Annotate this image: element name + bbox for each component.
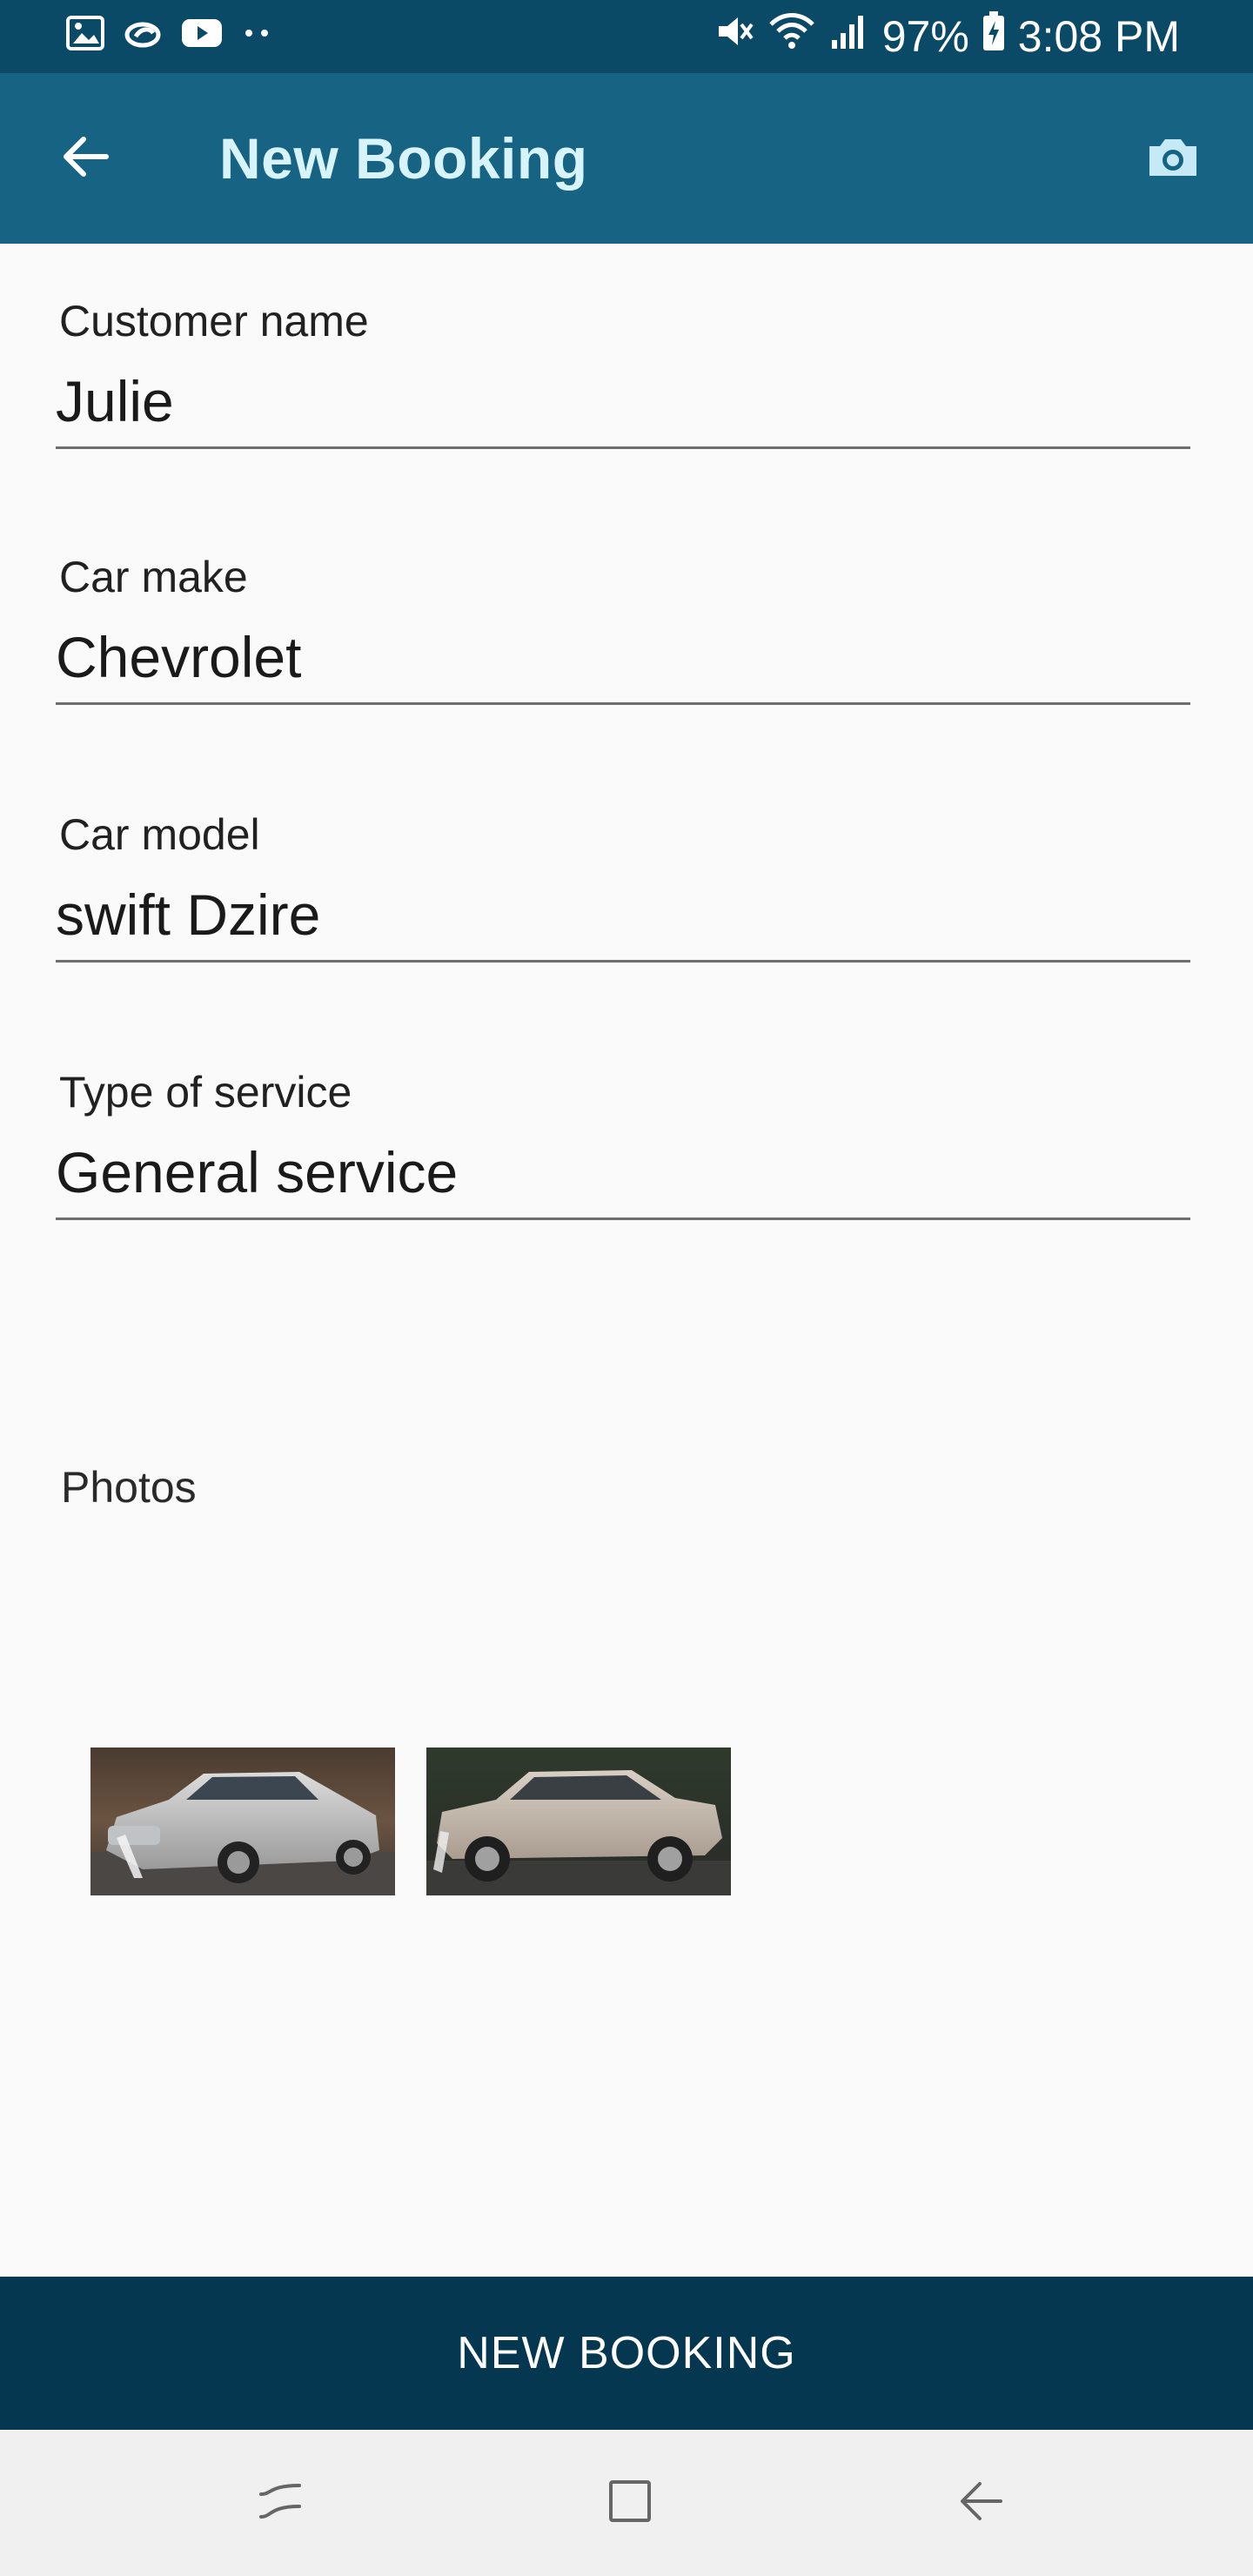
- service-type-field: Type of service General service: [56, 1058, 1190, 1258]
- customer-name-field: Customer name Julie: [56, 287, 1190, 487]
- car-photo-side[interactable]: [426, 1748, 731, 1895]
- clock: 3:08 PM: [1017, 12, 1180, 61]
- wifi-icon: [767, 10, 816, 63]
- car-model-label: Car model: [59, 810, 260, 859]
- page-title: New Booking: [219, 126, 588, 191]
- service-type-label: Type of service: [59, 1068, 352, 1117]
- car-make-label: Car make: [59, 553, 248, 601]
- notification-icons: [66, 16, 273, 55]
- nav-back-button[interactable]: [945, 2468, 1015, 2538]
- battery-percent: 97%: [881, 12, 969, 61]
- service-type-input[interactable]: General service: [56, 1138, 1190, 1220]
- camera-button[interactable]: [1138, 124, 1208, 193]
- new-booking-button[interactable]: NEW BOOKING: [0, 2277, 1253, 2430]
- car-model-input[interactable]: swift Dzire: [56, 881, 1190, 963]
- car-model-field: Car model swift Dzire: [56, 801, 1190, 1001]
- recents-button[interactable]: [245, 2468, 315, 2538]
- new-booking-screen: 97% 3:08 PM New Booking Customer name Ju…: [0, 0, 1253, 2576]
- customer-name-input[interactable]: Julie: [56, 367, 1190, 449]
- new-booking-button-label: NEW BOOKING: [457, 2328, 796, 2378]
- image-icon: [66, 16, 104, 55]
- recents-icon: [254, 2475, 306, 2532]
- app-bar: New Booking: [0, 73, 1253, 244]
- back-button[interactable]: [49, 122, 122, 195]
- customer-name-label: Customer name: [59, 297, 369, 345]
- signal-icon: [828, 10, 870, 63]
- arrow-back-icon: [59, 131, 111, 187]
- photos-label: Photos: [61, 1463, 197, 1512]
- system-status: 97% 3:08 PM: [714, 10, 1180, 63]
- home-icon: [604, 2475, 656, 2532]
- navigation-bar: [0, 2430, 1253, 2576]
- battery-charging-icon: [982, 10, 1006, 63]
- car-make-field: Car make Chevrolet: [56, 543, 1190, 743]
- car-photo-front[interactable]: [90, 1748, 395, 1895]
- status-bar: 97% 3:08 PM: [0, 0, 1253, 73]
- home-button[interactable]: [595, 2468, 665, 2538]
- car-make-input[interactable]: Chevrolet: [56, 623, 1190, 705]
- camera-icon: [1146, 134, 1200, 184]
- back-icon: [954, 2475, 1006, 2532]
- more-dots-icon: [242, 24, 273, 46]
- mute-icon: [714, 10, 755, 63]
- youtube-icon: [181, 17, 223, 54]
- link-icon: [124, 16, 162, 55]
